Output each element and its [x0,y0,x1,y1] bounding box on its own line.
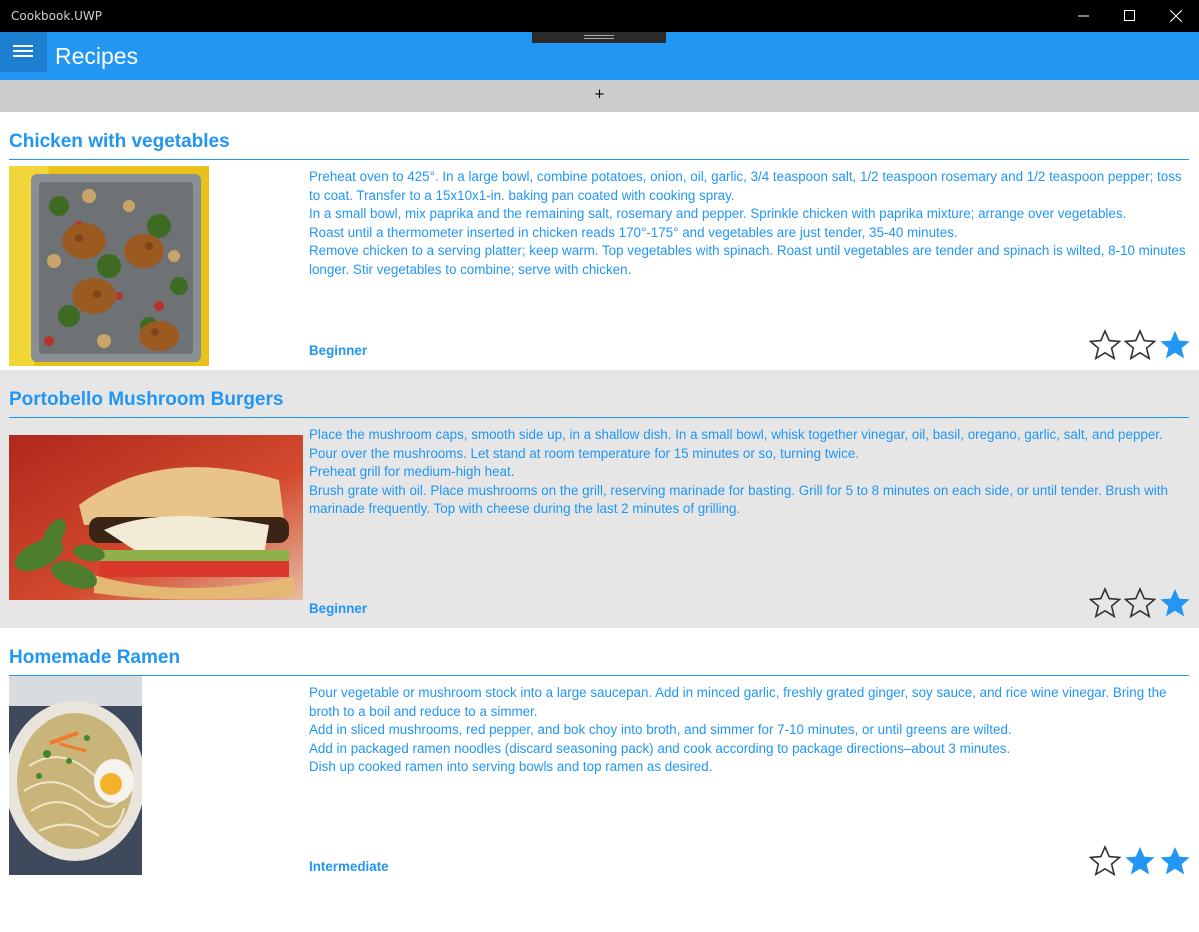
divider [9,417,1189,418]
minimize-icon [1078,15,1089,17]
close-button[interactable] [1153,0,1199,32]
star-empty-icon[interactable] [1124,329,1156,361]
recipe-instructions: Preheat oven to 425°. In a large bowl, c… [309,169,1186,277]
star-empty-icon[interactable] [1124,587,1156,619]
recipe-name: Homemade Ramen [9,647,181,668]
star-filled-icon[interactable] [1124,845,1156,877]
recipe-instructions: Place the mushroom caps, smooth side up,… [309,427,1168,517]
recipe-instructions: Pour vegetable or mushroom stock into a … [309,685,1167,775]
close-icon [1170,10,1182,22]
window-title: Cookbook.UWP [11,9,102,23]
maximize-button[interactable] [1107,0,1153,32]
recipe-level: Beginner [309,601,368,616]
star-empty-icon[interactable] [1089,329,1121,361]
recipe-list: Chicken with vegetables Preheat oven to … [0,112,1199,886]
recipe-image [9,676,142,875]
page-title: Recipes [55,43,139,69]
recipe-level: Beginner [309,343,368,358]
star-filled-icon[interactable] [1159,587,1191,619]
title-bar: Cookbook.UWP [0,0,1199,32]
recipe-name: Portobello Mushroom Burgers [9,389,284,410]
star-empty-icon[interactable] [1089,587,1121,619]
recipe-image [9,166,209,366]
hamburger-menu-button[interactable] [0,32,47,72]
divider [9,159,1189,160]
rating-stars[interactable] [1089,845,1191,879]
divider [9,675,1189,676]
minimize-button[interactable] [1061,0,1107,32]
recipe-level: Intermediate [309,859,389,874]
rating-stars[interactable] [1089,587,1191,621]
recipe-item[interactable]: Portobello Mushroom Burgers Place the mu… [0,370,1199,628]
rating-stars[interactable] [1089,329,1191,363]
maximize-icon [1124,10,1135,21]
hamburger-icon [13,45,33,47]
grip-icon [584,35,614,39]
recipe-item[interactable]: Chicken with vegetables Preheat oven to … [0,112,1199,370]
add-recipe-button[interactable]: + [594,87,605,102]
drag-handle[interactable] [532,32,666,43]
recipe-item[interactable]: Homemade Ramen Pour vegetable or mushroo… [0,628,1199,886]
star-filled-icon[interactable] [1159,329,1191,361]
recipe-name: Chicken with vegetables [9,131,230,152]
recipe-image [9,435,303,600]
star-empty-icon[interactable] [1089,845,1121,877]
star-filled-icon[interactable] [1159,845,1191,877]
add-recipe-bar[interactable]: + [0,80,1199,112]
